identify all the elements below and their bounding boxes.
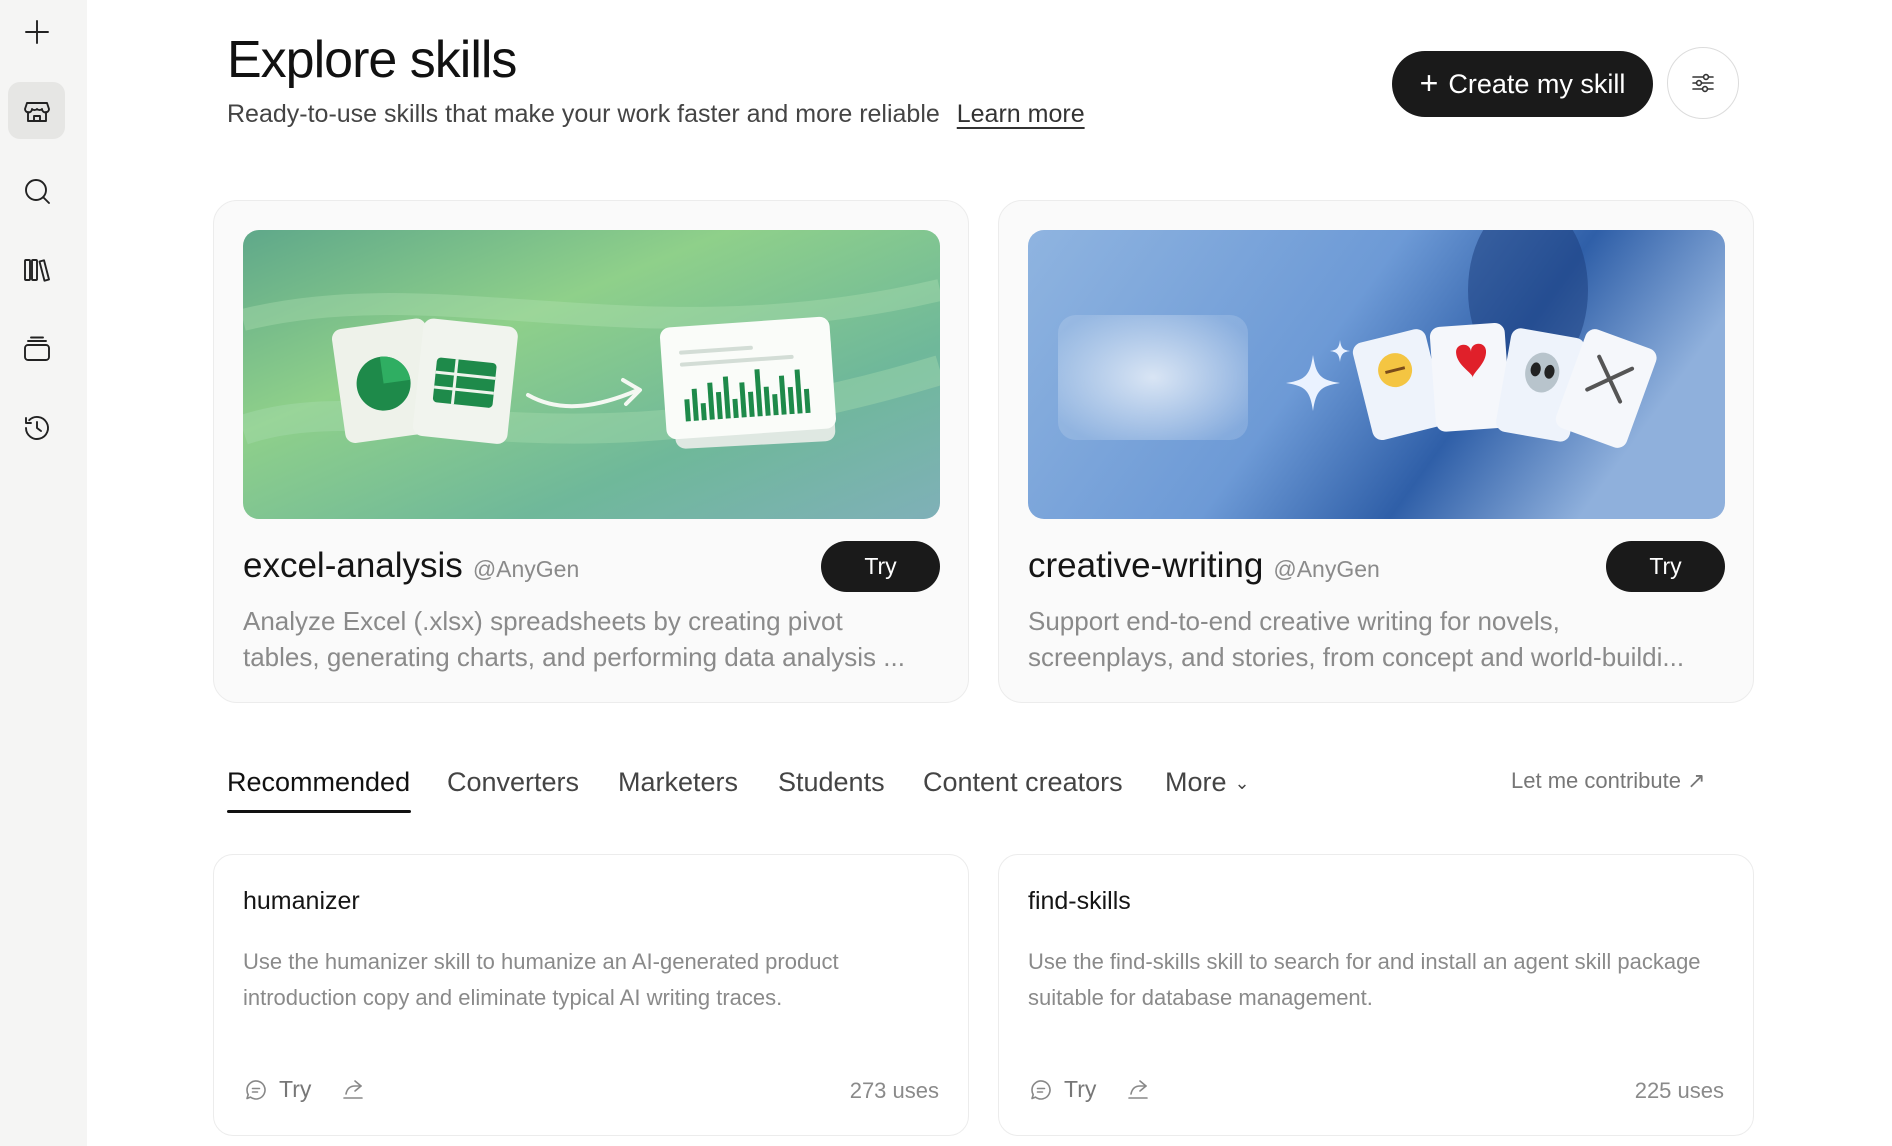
search-icon — [24, 178, 50, 204]
skill-description: Use the humanizer skill to humanize an A… — [243, 949, 839, 1010]
skill-description: Use the find-skills skill to search for … — [1028, 949, 1701, 1010]
plus-icon — [24, 19, 49, 44]
skill-name: humanizer — [243, 887, 360, 915]
stack-icon — [23, 336, 50, 361]
tab-more[interactable]: More ⌄ — [1165, 767, 1250, 798]
try-label: Try — [1064, 1076, 1097, 1102]
skill-description: Support end-to-end creative writing for … — [1028, 603, 1718, 675]
history-icon — [24, 415, 49, 440]
description-line: Support end-to-end creative writing for … — [1028, 606, 1560, 636]
create-my-skill-button[interactable]: + Create my skill — [1392, 51, 1653, 117]
sidebar — [0, 0, 87, 1146]
creative-writing-banner — [1028, 230, 1725, 519]
search-button[interactable] — [8, 162, 65, 219]
active-tab-indicator — [227, 810, 411, 813]
page-subtitle: Ready-to-use skills that make your work … — [227, 100, 1085, 129]
filter-button[interactable] — [1667, 47, 1739, 119]
subtitle-text: Ready-to-use skills that make your work … — [227, 100, 940, 128]
store-icon — [23, 101, 50, 122]
skill-name: creative-writing — [1028, 546, 1264, 585]
skill-card-find-skills[interactable]: find-skills Use the find-skills skill to… — [998, 854, 1754, 1136]
chat-icon — [1031, 1079, 1051, 1100]
chat-icon — [246, 1079, 266, 1100]
learn-more-link[interactable]: Learn more — [957, 100, 1085, 128]
skill-author: @AnyGen — [472, 556, 580, 582]
share-button[interactable] — [340, 1076, 366, 1107]
description-line: tables, generating charts, and performin… — [243, 642, 905, 672]
try-button[interactable]: Try — [1606, 541, 1725, 592]
description-line: screenplays, and stories, from concept a… — [1028, 642, 1685, 672]
try-button[interactable]: Try — [243, 1076, 311, 1103]
featured-card-excel-analysis[interactable]: excel-analysis @AnyGen Try Analyze Excel … — [213, 200, 969, 703]
skills-store-button[interactable] — [8, 82, 65, 139]
featured-skill-title: excel-analysis @AnyGen — [243, 546, 579, 586]
projects-button[interactable] — [8, 320, 65, 377]
excel-analysis-banner — [243, 230, 940, 519]
library-button[interactable] — [8, 241, 65, 298]
skill-author: @AnyGen — [1273, 556, 1380, 582]
skill-name: find-skills — [1028, 887, 1131, 915]
sliders-icon — [1692, 73, 1714, 93]
tab-converters[interactable]: Converters — [447, 767, 579, 798]
library-icon — [23, 258, 50, 282]
featured-skill-title: creative-writing @AnyGen — [1028, 546, 1380, 586]
uses-count: 225 uses — [1634, 1078, 1724, 1103]
plus-icon: + — [1419, 64, 1439, 101]
tab-more-label: More — [1165, 767, 1227, 797]
try-button[interactable]: Try — [821, 541, 940, 592]
share-button[interactable] — [1125, 1076, 1151, 1107]
new-chat-button[interactable] — [8, 3, 65, 60]
try-button[interactable]: Try — [1028, 1076, 1096, 1103]
tab-students[interactable]: Students — [778, 767, 885, 798]
chevron-down-icon: ⌄ — [1234, 773, 1250, 794]
skill-name: excel-analysis — [243, 546, 463, 585]
uses-count: 273 uses — [849, 1078, 939, 1103]
tab-content-creators[interactable]: Content creators — [923, 767, 1123, 798]
try-label: Try — [279, 1076, 312, 1102]
share-icon — [1128, 1080, 1148, 1099]
tab-recommended[interactable]: Recommended — [227, 767, 410, 798]
create-my-skill-label: Create my skill — [1448, 68, 1626, 99]
let-me-contribute-link[interactable]: Let me contribute ↗ — [1511, 768, 1706, 794]
share-icon — [343, 1080, 363, 1099]
skill-card-humanizer[interactable]: humanizer Use the humanizer skill to hum… — [213, 854, 969, 1136]
skill-description: Analyze Excel (.xlsx) spreadsheets by cr… — [243, 603, 933, 675]
tab-marketers[interactable]: Marketers — [618, 767, 738, 798]
history-button[interactable] — [8, 399, 65, 456]
description-line: Analyze Excel (.xlsx) spreadsheets by cr… — [243, 606, 843, 636]
page-title: Explore skills — [227, 31, 517, 89]
featured-card-creative-writing[interactable]: creative-writing @AnyGen Try Support end-… — [998, 200, 1754, 703]
